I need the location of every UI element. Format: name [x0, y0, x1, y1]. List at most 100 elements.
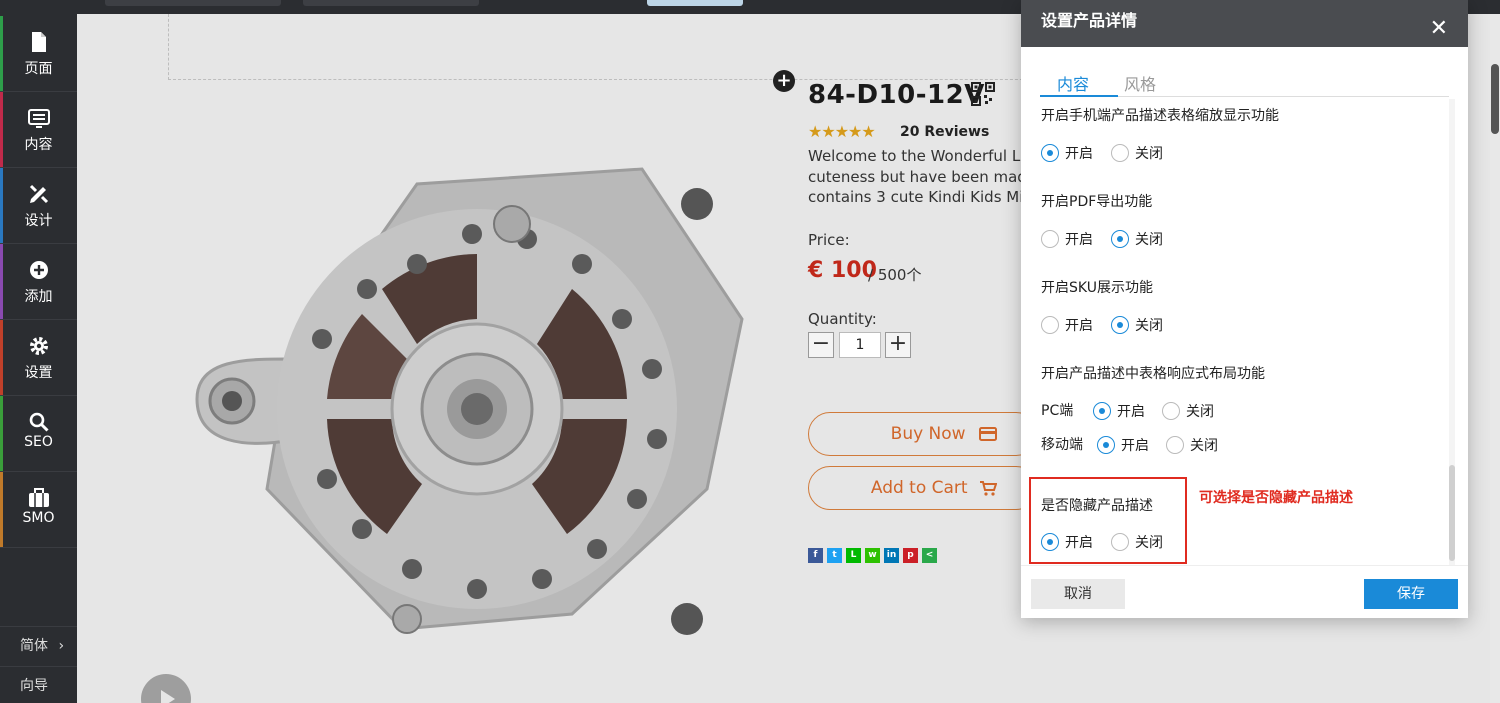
pinterest-icon[interactable]: p — [903, 548, 918, 563]
pdf-export-off-radio[interactable]: 关闭 — [1111, 229, 1163, 249]
scrollbar-thumb[interactable] — [1491, 64, 1499, 134]
chevron-right-icon: › — [58, 638, 65, 654]
tab-style[interactable]: 风格 — [1124, 71, 1156, 95]
radio-label: 开启 — [1117, 404, 1145, 420]
sidebar-item-smo[interactable]: SMO — [0, 472, 77, 548]
radio-dot — [1097, 436, 1115, 454]
mobile-zoom-title: 开启手机端产品描述表格缩放显示功能 — [1041, 108, 1279, 124]
mobile-zoom-on-radio[interactable]: 开启 — [1041, 143, 1093, 163]
toolbar-button[interactable] — [647, 0, 743, 6]
price-unit: / 500个 — [868, 266, 922, 284]
dialog-header: 设置产品详情 ✕ — [1021, 0, 1468, 47]
pc-label: PC端 — [1041, 403, 1074, 419]
play-icon — [161, 690, 175, 703]
quantity-decrease-button[interactable]: − — [808, 332, 834, 358]
sidebar-accent — [0, 92, 3, 167]
sidebar-item-content[interactable]: 内容 — [0, 92, 77, 168]
radio-dot — [1041, 144, 1059, 162]
radio-dot — [1041, 533, 1059, 551]
mobile-zoom-off-radio[interactable]: 关闭 — [1111, 143, 1163, 163]
radio-dot — [1041, 316, 1059, 334]
radio-label: 开启 — [1065, 232, 1093, 248]
radio-label: 关闭 — [1135, 318, 1163, 334]
sidebar-accent — [0, 16, 3, 91]
active-tab-indicator — [1040, 95, 1118, 97]
radio-label: 关闭 — [1135, 535, 1163, 551]
description-line: Welcome to the Wonderful Lil — [808, 147, 1023, 165]
radio-label: 关闭 — [1135, 146, 1163, 162]
cancel-button[interactable]: 取消 — [1031, 579, 1125, 609]
sidebar-accent — [0, 168, 3, 243]
sidebar-item-label: SMO — [22, 510, 55, 526]
facebook-icon[interactable]: f — [808, 548, 823, 563]
sidebar-item-label: 添加 — [24, 289, 53, 305]
product-description: Welcome to the Wonderful Lil cuteness bu… — [808, 146, 1023, 208]
close-icon[interactable]: ✕ — [1430, 8, 1448, 50]
sidebar-item-label: 内容 — [24, 137, 53, 153]
radio-dot — [1041, 230, 1059, 248]
cart-icon — [980, 481, 998, 496]
sidebar-item-add[interactable]: 添加 — [0, 244, 77, 320]
dialog-tabs: 内容 风格 — [1021, 47, 1468, 99]
sidebar-item-settings[interactable]: 设置 — [0, 320, 77, 396]
page-icon — [31, 32, 46, 52]
radio-dot — [1111, 230, 1129, 248]
save-button[interactable]: 保存 — [1364, 579, 1458, 609]
buy-now-button[interactable]: Buy Now — [808, 412, 1038, 456]
share-icon[interactable]: < — [922, 548, 937, 563]
radio-dot — [1111, 144, 1129, 162]
line-icon[interactable]: L — [846, 548, 861, 563]
pdf-export-on-radio[interactable]: 开启 — [1041, 229, 1093, 249]
quantity-increase-button[interactable]: + — [885, 332, 911, 358]
hide-description-on-radio[interactable]: 开启 — [1041, 532, 1093, 552]
radio-label: 关闭 — [1190, 438, 1218, 454]
radio-label: 关闭 — [1186, 404, 1214, 420]
sidebar-accent — [0, 396, 3, 471]
sidebar-item-design[interactable]: 设计 — [0, 168, 77, 244]
toolbar-field[interactable] — [303, 0, 479, 6]
add-to-cart-button[interactable]: Add to Cart — [808, 466, 1038, 510]
radio-dot — [1111, 316, 1129, 334]
responsive-table-title: 开启产品描述中表格响应式布局功能 — [1041, 366, 1265, 382]
radio-label: 关闭 — [1135, 232, 1163, 248]
sidebar-accent — [0, 472, 3, 547]
pc-off-radio[interactable]: 关闭 — [1162, 401, 1214, 421]
add-section-icon[interactable]: + — [773, 70, 795, 92]
tab-content[interactable]: 内容 — [1057, 71, 1089, 95]
scrollbar-thumb[interactable] — [1449, 465, 1455, 561]
left-sidebar: 页面 内容 设计 添加 设置 SEO SMO 简体 › 向导 — [0, 0, 77, 703]
quantity-input[interactable]: 1 — [839, 332, 881, 358]
add-icon — [29, 261, 48, 279]
sku-display-on-radio[interactable]: 开启 — [1041, 315, 1093, 335]
sidebar-item-label: 设计 — [24, 213, 53, 229]
reviews-count[interactable]: 20 Reviews — [900, 124, 989, 140]
sidebar-item-seo[interactable]: SEO — [0, 396, 77, 472]
buy-now-label: Buy Now — [890, 424, 966, 444]
share-bar: f t Lw in p < — [808, 542, 941, 563]
page-scrollbar[interactable] — [1490, 14, 1500, 703]
briefcase-icon — [28, 488, 49, 507]
video-play-button[interactable] — [141, 674, 191, 703]
toolbar-field[interactable] — [105, 0, 281, 6]
sidebar-item-label: SEO — [24, 434, 53, 450]
qr-code-icon[interactable] — [971, 82, 995, 106]
dialog-scrollbar[interactable] — [1449, 99, 1455, 565]
sku-display-off-radio[interactable]: 关闭 — [1111, 315, 1163, 335]
mobile-on-radio[interactable]: 开启 — [1097, 435, 1149, 455]
rating-stars: ★★★★★ — [808, 122, 876, 141]
linkedin-icon[interactable]: in — [884, 548, 899, 563]
mobile-off-radio[interactable]: 关闭 — [1166, 435, 1218, 455]
wechat-icon[interactable]: w — [865, 548, 880, 563]
guide-label: 向导 — [20, 678, 48, 694]
hide-description-title: 是否隐藏产品描述 — [1041, 498, 1153, 514]
language-switch[interactable]: 简体 › — [0, 626, 77, 664]
sidebar-item-page[interactable]: 页面 — [0, 16, 77, 92]
hide-description-off-radio[interactable]: 关闭 — [1111, 532, 1163, 552]
guide-button[interactable]: 向导 — [0, 666, 77, 703]
dialog-footer: 取消 保存 — [1021, 565, 1468, 618]
twitter-icon[interactable]: t — [827, 548, 842, 563]
design-icon — [29, 184, 48, 204]
radio-label: 开启 — [1121, 438, 1149, 454]
content-icon — [27, 109, 50, 128]
pc-on-radio[interactable]: 开启 — [1093, 401, 1145, 421]
